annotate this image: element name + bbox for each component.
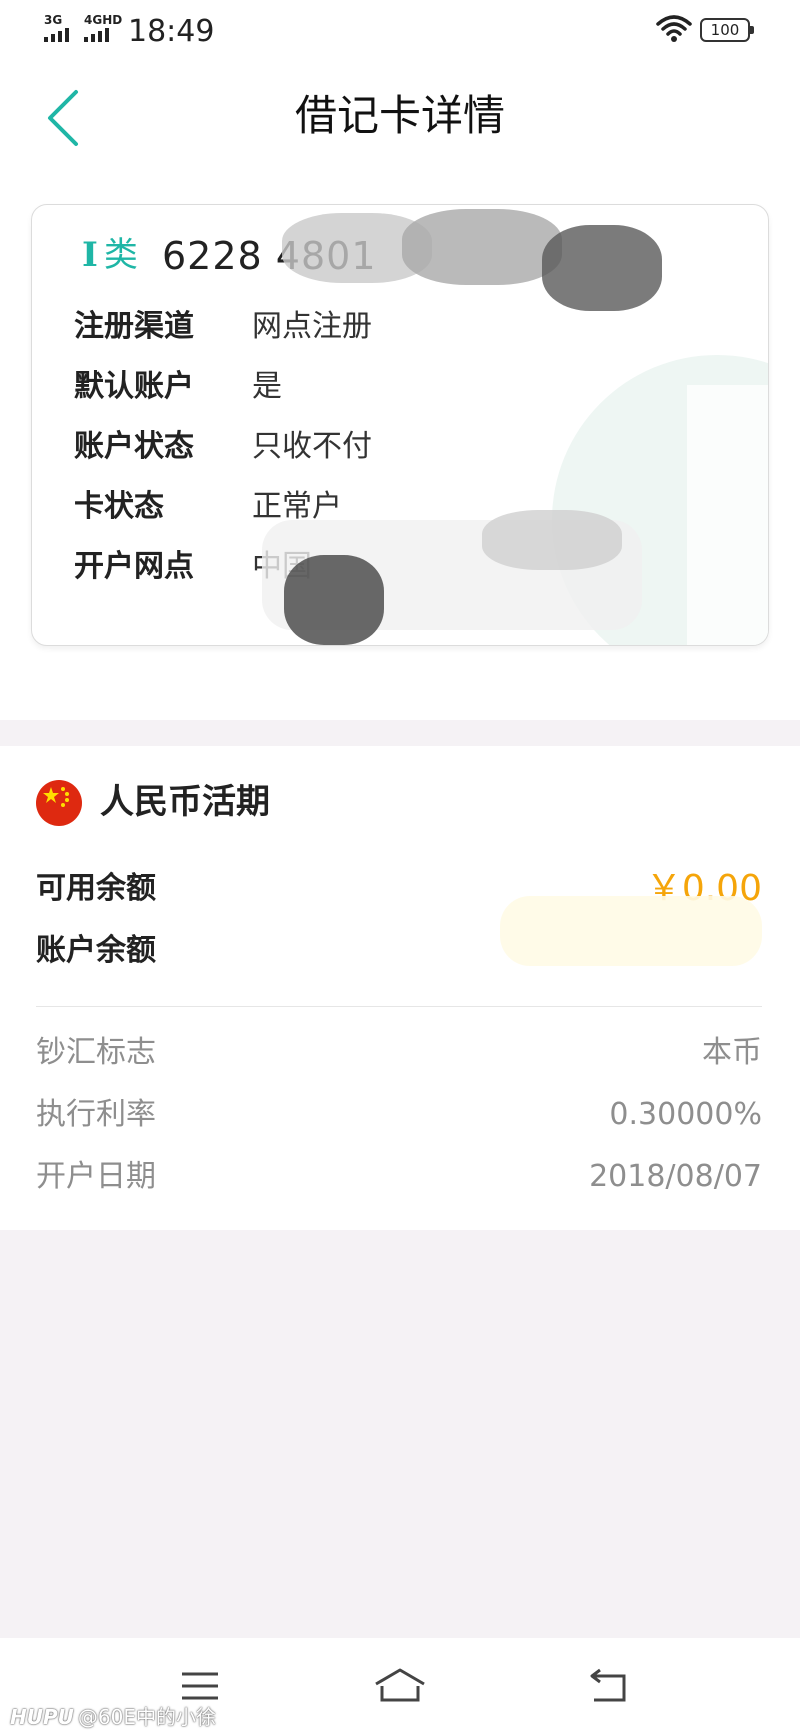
account-section: 人民币活期 可用余额 ￥0.00 账户余额 钞汇标志 本币 执行利率 0.300… [0,746,800,1230]
card-class-label: 类 [103,235,138,275]
redaction-scribble [402,209,562,285]
redacted-balance-value [500,896,762,966]
card-row-label: 默认账户 [74,369,194,404]
detail-label: 钞汇标志 [36,1035,156,1070]
account-balance-label: 账户余额 [36,933,156,968]
wifi-icon [656,15,692,42]
card-class-roman: I [82,235,98,275]
card-row-value: 网点注册 [252,309,372,344]
china-flag-icon [36,780,82,826]
card-class-badge: I类 [82,233,138,277]
network-type-2: 4GHD [84,13,123,27]
available-balance-label: 可用余额 [36,871,156,906]
account-currency-title: 人民币活期 [100,782,270,822]
nav-bar: 借记卡详情 [0,70,800,162]
signal-bars-icon [84,28,109,42]
card-row-label: 注册渠道 [74,309,194,344]
card-row-label: 卡状态 [74,489,164,524]
watermark-handle: @60E中的小徐 [77,1705,216,1729]
detail-label: 执行利率 [36,1097,156,1132]
back-icon[interactable] [580,1666,640,1706]
debit-card-info: I类 6228 4801 注册渠道 网点注册 默认账户 是 账户状态 只收不付 … [31,204,769,646]
home-icon[interactable] [370,1666,430,1706]
status-bar: 3G 4GHD 18:49 100 [0,0,800,62]
redaction-scribble [482,510,622,570]
card-row-label: 开户网点 [74,549,194,584]
redaction-scribble [542,225,662,311]
detail-value: 2018/08/07 [589,1159,762,1194]
card-row-value: 是 [252,369,282,404]
detail-value: 本币 [702,1035,762,1070]
source-watermark: HUPU @60E中的小徐 [10,1704,216,1730]
network-type-1: 3G [44,13,63,27]
detail-row-interest-rate: 执行利率 0.30000% [36,1092,762,1138]
card-row-register-channel: 注册渠道 网点注册 [74,305,754,349]
card-row-label: 账户状态 [74,429,194,464]
card-row-value: 只收不付 [252,429,372,464]
detail-row-currency-flag: 钞汇标志 本币 [36,1030,762,1076]
card-row-default-account: 默认账户 是 [74,365,754,409]
menu-icon[interactable] [170,1666,230,1706]
page-title: 借记卡详情 [294,91,505,140]
watermark-brand: HUPU [10,1705,74,1729]
redaction-scribble [284,555,384,645]
detail-label: 开户日期 [36,1159,156,1194]
battery-indicator: 100 [700,18,754,42]
status-time: 18:49 [128,14,215,49]
divider [36,1006,762,1007]
signal-bars-icon [44,28,69,42]
detail-row-open-date: 开户日期 2018/08/07 [36,1154,762,1200]
card-row-account-status: 账户状态 只收不付 [74,425,754,469]
detail-value: 0.30000% [609,1097,762,1132]
